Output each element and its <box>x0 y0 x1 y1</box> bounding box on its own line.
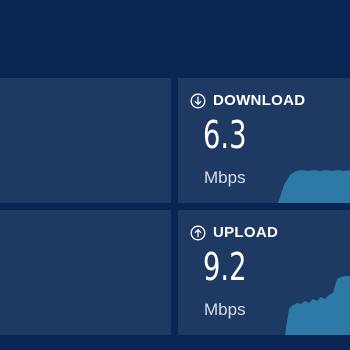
left-top-panel <box>0 78 171 203</box>
download-header: DOWNLOAD <box>190 92 305 109</box>
download-sparkline <box>278 170 350 203</box>
download-panel: DOWNLOAD 6.3 Mbps <box>178 78 350 203</box>
download-speed-unit: Mbps <box>204 168 246 187</box>
upload-header: UPLOAD <box>190 224 278 241</box>
upload-sparkline <box>285 276 350 335</box>
upload-speed-value: 9.2 <box>203 245 247 289</box>
arrow-up-circle-icon <box>190 225 206 240</box>
download-label: DOWNLOAD <box>213 92 306 109</box>
left-bottom-panel <box>0 210 171 335</box>
upload-panel: UPLOAD 9.2 Mbps <box>178 210 350 335</box>
upload-label: UPLOAD <box>213 224 279 241</box>
upload-speed-unit: Mbps <box>204 300 246 319</box>
download-speed-value: 6.3 <box>203 113 247 157</box>
arrow-down-circle-icon <box>190 93 206 108</box>
